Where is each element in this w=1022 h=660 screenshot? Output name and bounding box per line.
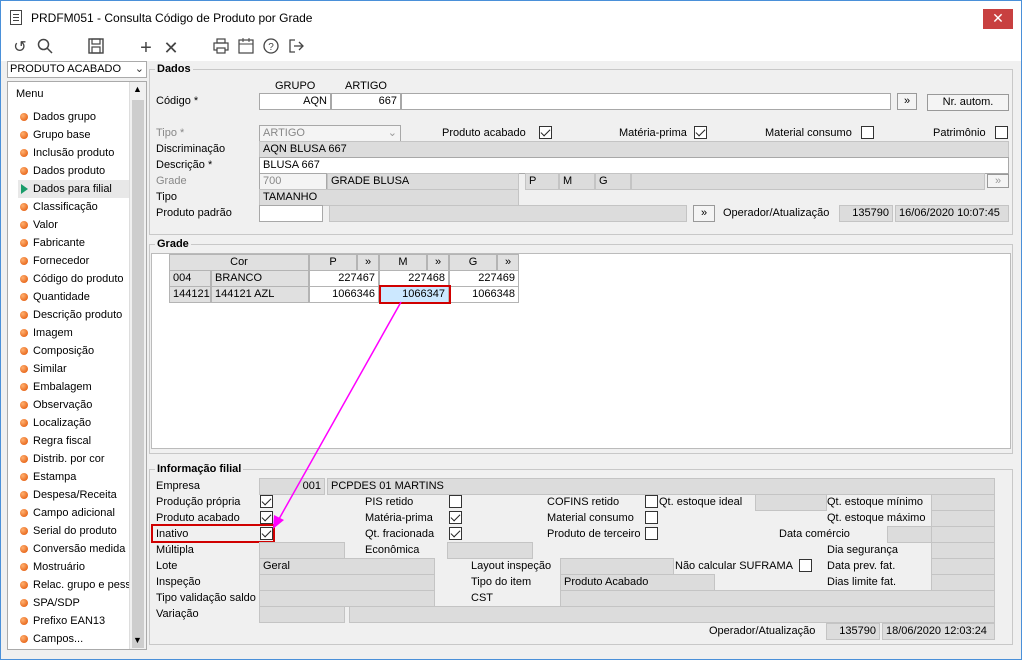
annotation-arrow <box>273 301 402 529</box>
main-window: PRDFM051 - Consulta Código de Produto po… <box>0 0 1022 660</box>
